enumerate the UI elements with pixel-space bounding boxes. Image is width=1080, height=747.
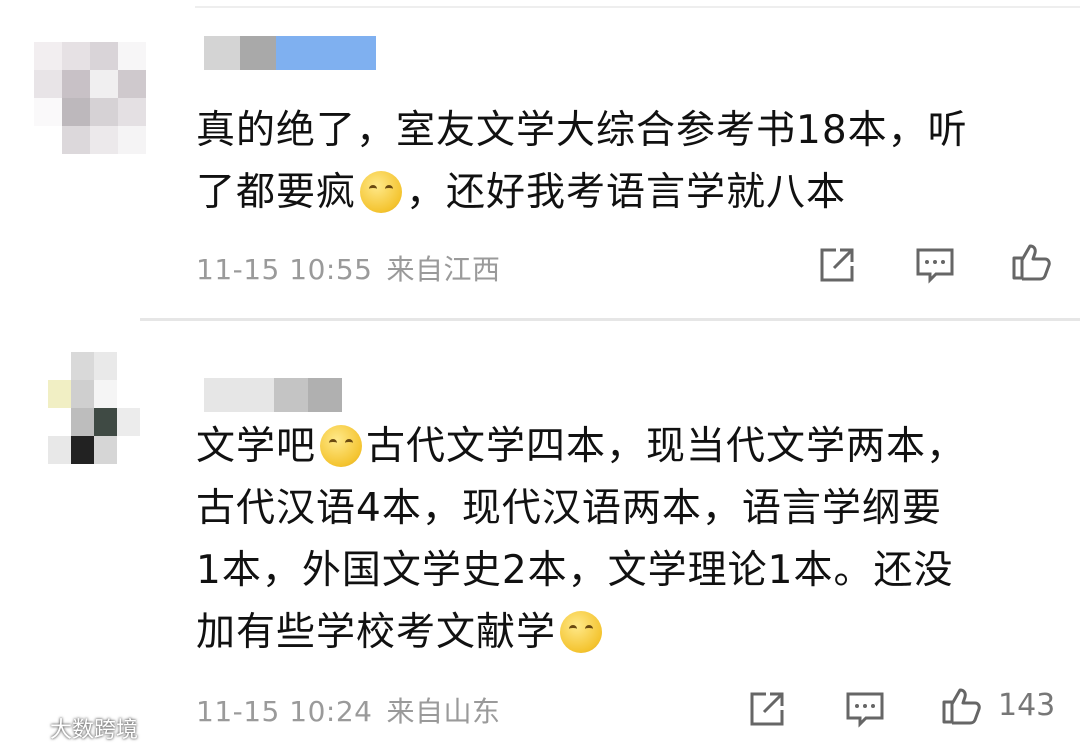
comment-line: 1本，外国文学史2本，文学理论1本。还没 <box>196 548 954 593</box>
comment-line: ，还好我考语言学就八本 <box>406 170 847 215</box>
watermark: 大数跨境 <box>6 712 138 744</box>
like-button[interactable] <box>940 684 982 726</box>
comment-button[interactable] <box>844 688 886 730</box>
share-button[interactable] <box>746 688 788 730</box>
username-blurred[interactable] <box>204 36 376 70</box>
sweat-smile-emoji-icon <box>360 171 403 213</box>
location: 来自江西 <box>386 253 501 286</box>
share-button[interactable] <box>816 244 858 286</box>
like-count: 143 <box>998 688 1056 723</box>
share-icon <box>820 248 854 282</box>
avatar[interactable] <box>34 42 146 154</box>
comment-icon <box>846 692 884 728</box>
watermark-text: 大数跨境 <box>50 718 139 743</box>
comment-meta: 11-15 10:24 来自山东 <box>196 690 500 730</box>
avatar[interactable] <box>48 352 140 464</box>
comment-line: 加有些学校考文献学 <box>196 610 557 655</box>
timestamp: 11-15 10:55 <box>196 253 373 286</box>
comment-text: 真的绝了，室友文学大综合参考书18本，听 了都要疯 ，还好我考语言学就八本 <box>196 100 968 224</box>
comment-line: 古代文学四本，现当代文学两本， <box>366 424 967 469</box>
comment-line: 真的绝了，室友文学大综合参考书18本，听 <box>196 108 968 153</box>
comment-button[interactable] <box>914 244 956 286</box>
location: 来自山东 <box>386 695 501 728</box>
watermark-logo-icon <box>6 719 45 737</box>
thumbs-up-icon <box>942 688 981 725</box>
comment-icon <box>916 248 954 284</box>
share-icon <box>750 692 784 726</box>
comment-text: 文学吧 古代文学四本，现当代文学两本， 古代汉语4本，现代汉语两本，语言学纲要 1… <box>196 416 966 664</box>
thumbs-up-icon <box>1012 244 1051 281</box>
smile-emoji-icon <box>320 425 363 467</box>
like-button[interactable] <box>1010 240 1052 282</box>
comment-meta: 11-15 10:55 来自江西 <box>196 248 500 288</box>
laugh-cry-emoji-icon <box>560 611 603 653</box>
timestamp: 11-15 10:24 <box>196 695 373 728</box>
username-blurred[interactable] <box>204 378 342 412</box>
comment-line: 文学吧 <box>196 424 317 469</box>
comment-line: 古代汉语4本，现代汉语两本，语言学纲要 <box>196 486 942 531</box>
comment-line: 了都要疯 <box>196 170 357 215</box>
